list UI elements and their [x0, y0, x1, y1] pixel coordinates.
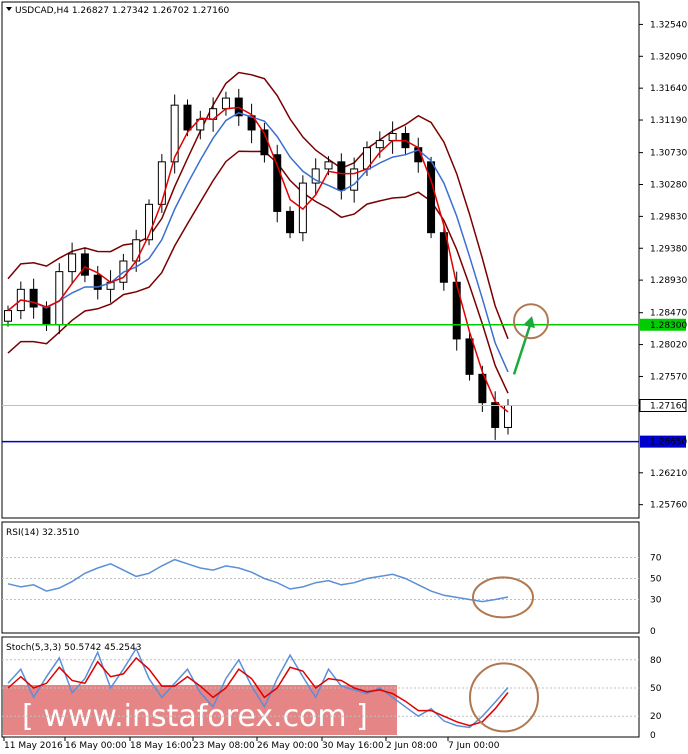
x-tick-label: 26 May 00:00: [257, 741, 319, 751]
x-tick-label: 7 Jun 00:00: [448, 741, 500, 751]
y-tick-label: 1.29380: [650, 244, 687, 254]
x-tick-label: 23 May 08:00: [193, 741, 255, 751]
candle-body: [157, 161, 166, 205]
y-tick-label: 1.30280: [650, 181, 687, 191]
candle-body: [273, 154, 282, 212]
y-tick-label: 1.32540: [650, 20, 687, 30]
rsi-tick-label: 0: [650, 627, 656, 637]
candle-body: [68, 253, 77, 273]
y-tick-label: 1.30730: [650, 149, 687, 159]
level-price-label: 1.28300: [650, 321, 687, 331]
x-tick-label: 2 Jun 08:00: [386, 741, 438, 751]
y-tick-label: 1.26210: [650, 469, 687, 479]
candle-body: [491, 402, 500, 428]
x-tick-label: 30 May 16:00: [322, 741, 384, 751]
annotations: [512, 303, 549, 375]
candle-body: [337, 161, 346, 191]
y-tick-label: 1.25760: [650, 501, 687, 511]
y-tick-label: 1.28470: [650, 309, 687, 319]
time-axis: 11 May 2016 16 May 00:00 18 May 16:00 23 Ma…: [3, 737, 500, 751]
candle-body: [29, 288, 38, 308]
symbol-ohlc-label: USDCAD,H4 1.26827 1.27342 1.26702 1.2716…: [15, 6, 230, 16]
main-panel-frame: [1, 1, 640, 519]
price-chart-canvas: 1.32540 1.32090 1.31640 1.31190 1.30730 1.302…: [1, 1, 687, 751]
candlestick-series: [4, 88, 512, 440]
rsi-tick-label: 50: [650, 575, 662, 585]
x-tick-label: 18 May 16:00: [130, 741, 192, 751]
candle-body: [504, 405, 512, 428]
rsi-tick-label: 30: [650, 596, 662, 606]
candle-body: [221, 97, 230, 110]
candle-body: [183, 104, 192, 131]
rsi-indicator: 70 50 30 0: [2, 554, 662, 637]
stoch-tick-label: 80: [650, 656, 662, 666]
candle-body: [388, 133, 397, 142]
candle-body: [465, 338, 474, 375]
up-arrow-head: [523, 316, 535, 329]
collapse-triangle-icon[interactable]: [6, 7, 12, 11]
y-tick-label: 1.32090: [650, 52, 687, 62]
stoch-label: Stoch(5,3,3) 50.5742 45.2543: [6, 643, 141, 653]
candle-body: [132, 239, 141, 262]
stoch-tick-label: 50: [650, 684, 662, 694]
candle-body: [324, 161, 333, 170]
candle-body: [286, 210, 295, 234]
rsi-label: RSI(14) 32.3510: [6, 528, 79, 538]
rsi-panel-frame: [1, 521, 640, 634]
y-tick-label: 1.28020: [650, 341, 687, 351]
y-tick-label: 1.28930: [650, 276, 687, 286]
candle-body: [4, 310, 12, 322]
rsi-line: [7, 558, 509, 603]
y-tick-label: 1.31640: [650, 84, 687, 94]
candle-body: [452, 281, 461, 340]
current-price-label: 1.27160: [650, 402, 687, 412]
horizontal-levels: 1.28300 1.26650 1.27160: [2, 318, 687, 448]
stoch-tick-label: 20: [650, 712, 662, 722]
up-arrow-shaft: [512, 318, 534, 375]
rsi-tick-label: 70: [650, 554, 662, 564]
x-tick-label: 11 May 2016: [4, 741, 63, 751]
y-tick-label: 1.27570: [650, 372, 687, 382]
candle-body: [80, 253, 89, 276]
candle-body: [42, 306, 51, 326]
level-price-label: 1.26650: [650, 438, 687, 448]
y-tick-label: 1.29830: [650, 212, 687, 222]
y-tick-label: 1.31190: [650, 116, 687, 126]
x-tick-label: 16 May 00:00: [65, 741, 127, 751]
candle-body: [375, 140, 384, 149]
stoch-tick-label: 0: [650, 731, 656, 741]
